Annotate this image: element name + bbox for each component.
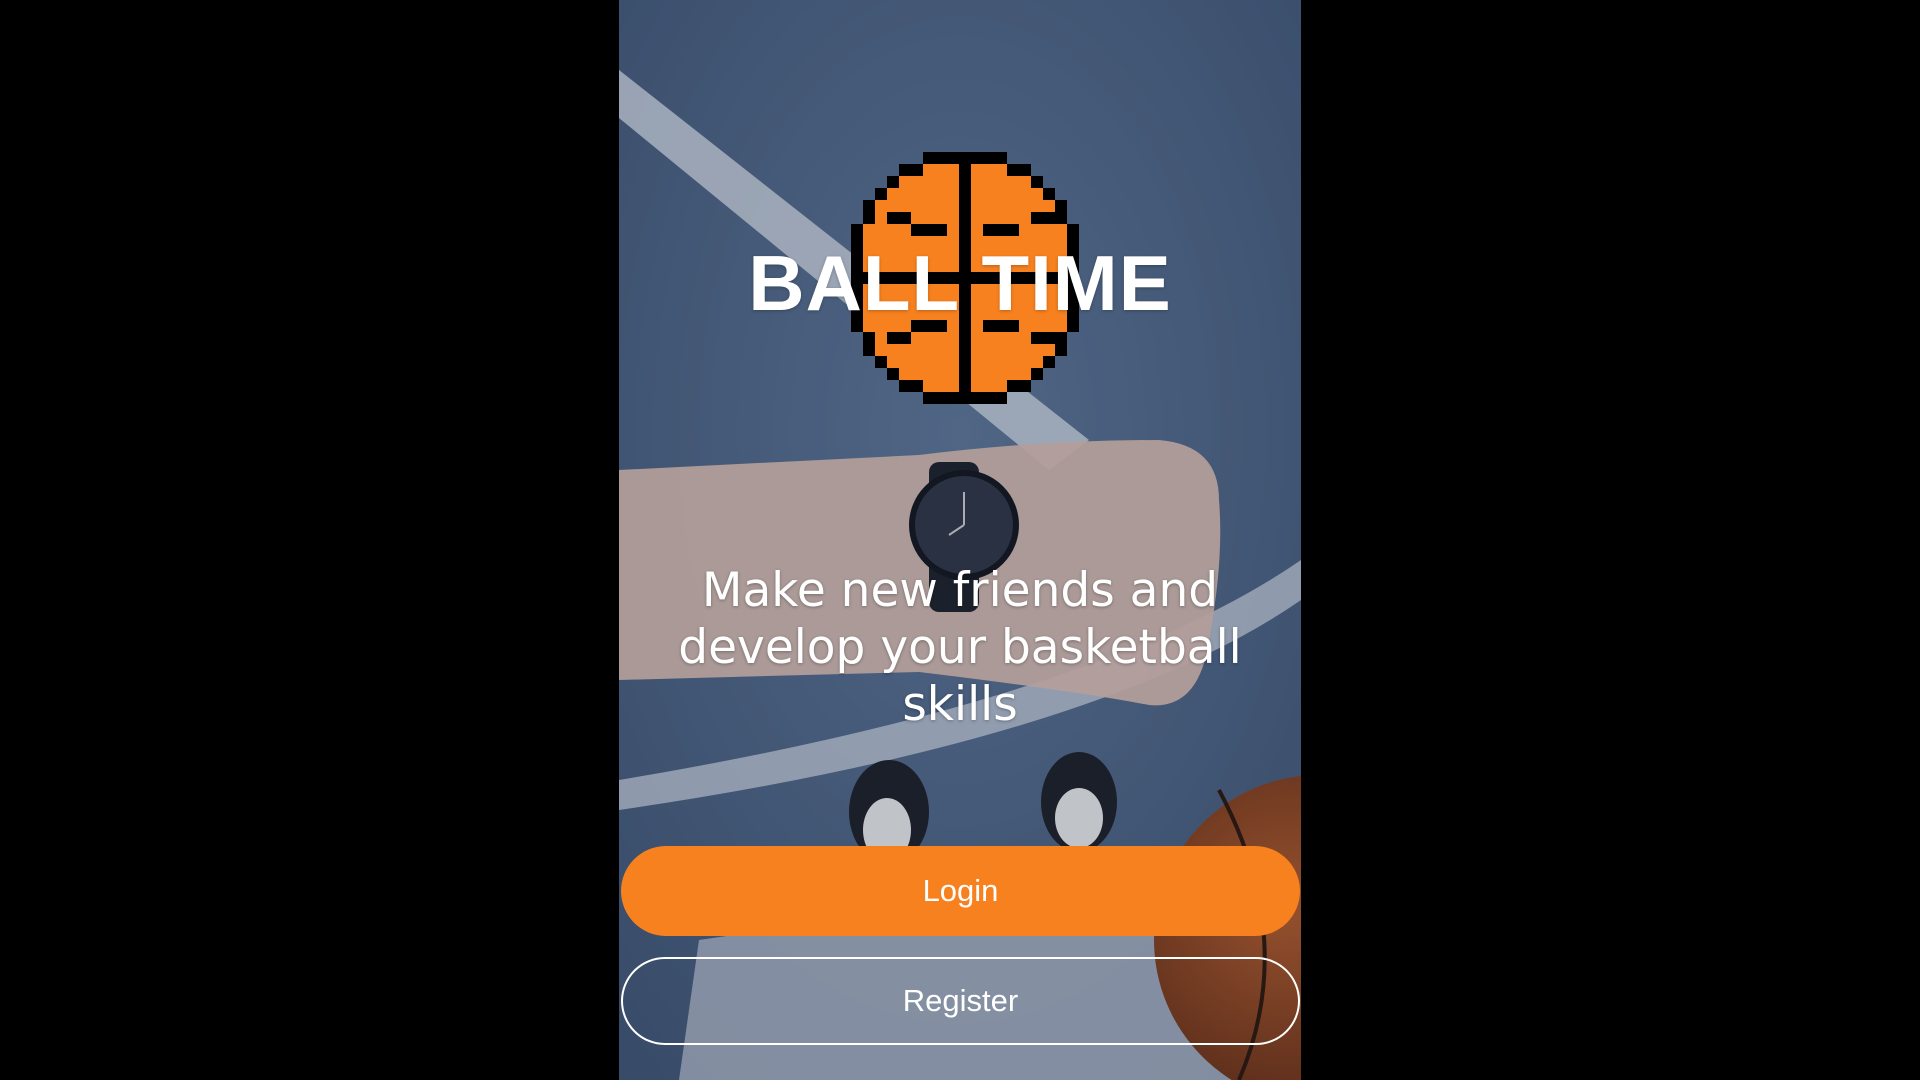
app-title: BALL TIME: [748, 239, 1172, 327]
app-screen: BALL TIME Make new friends and develop y…: [619, 0, 1301, 1080]
login-button[interactable]: Login: [621, 846, 1300, 936]
register-button[interactable]: Register: [621, 957, 1300, 1045]
tagline: Make new friends and develop your basket…: [678, 563, 1242, 732]
